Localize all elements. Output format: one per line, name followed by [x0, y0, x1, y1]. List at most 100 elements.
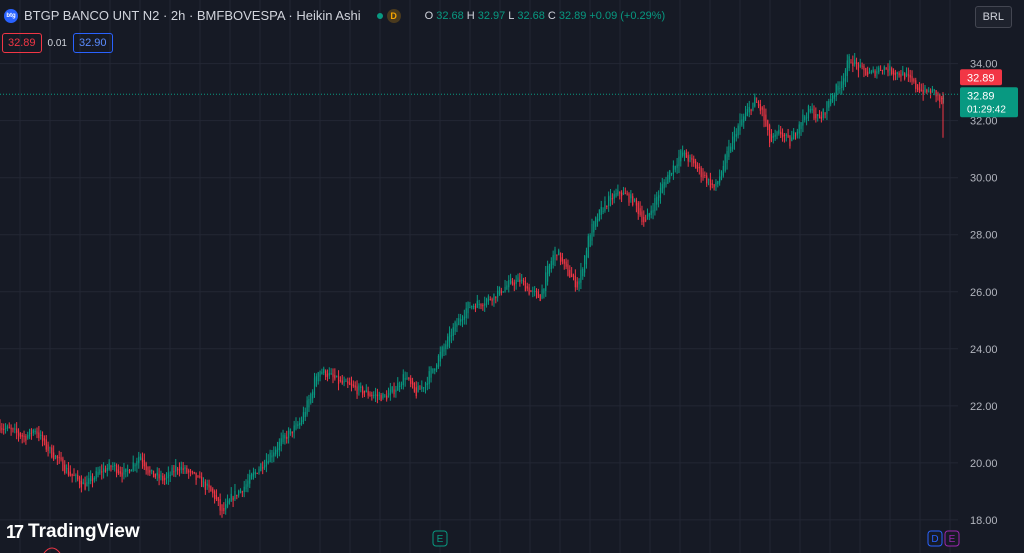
candle: [258, 466, 260, 475]
candle: [904, 72, 906, 81]
candle-body: [73, 474, 75, 476]
candle: [482, 303, 484, 311]
price-chart[interactable]: 18.00 20.00 22.00 24.00 26.00 28.00 30.00 32.00…: [0, 0, 1024, 553]
candle-body: [245, 484, 247, 490]
candle: [854, 53, 856, 67]
candle: [682, 145, 684, 158]
candle: [80, 475, 82, 493]
currency-button[interactable]: BRL: [974, 6, 1012, 28]
candle-body: [661, 184, 663, 193]
candle: [922, 83, 924, 101]
candle: [64, 460, 66, 475]
candle: [543, 288, 545, 299]
candle-body: [793, 131, 795, 140]
candle-body: [780, 131, 782, 135]
candle: [628, 192, 630, 206]
candle: [917, 84, 919, 93]
candle-body: [276, 448, 279, 453]
sell-button[interactable]: 32.89: [2, 33, 42, 53]
candle: [739, 113, 741, 135]
candle: [334, 368, 336, 381]
candle-body: [724, 155, 726, 171]
candle: [460, 313, 462, 326]
candle: [349, 377, 351, 386]
candle: [363, 390, 366, 398]
candle-body: [565, 261, 567, 267]
candle-body: [894, 72, 896, 76]
candle: [846, 54, 848, 83]
candle-body: [920, 89, 922, 91]
candle-body: [915, 80, 917, 89]
candle-body: [212, 488, 214, 494]
candle: [861, 62, 863, 70]
candle: [41, 431, 44, 447]
candle: [456, 318, 458, 333]
symbol-title[interactable]: BTGP BANCO UNT N2 · 2h · BMFBOVESPA · He…: [24, 8, 361, 23]
candle-body: [365, 390, 367, 392]
candle-body: [785, 134, 787, 136]
candle-body: [532, 290, 534, 292]
candle: [30, 428, 33, 440]
candle: [550, 257, 552, 273]
candle-body: [0, 425, 1, 431]
candle: [510, 273, 512, 285]
candle-body: [833, 94, 835, 99]
candle-body: [343, 381, 345, 383]
candle: [720, 170, 723, 181]
candle: [843, 73, 845, 91]
candle: [837, 81, 839, 95]
candle: [330, 368, 332, 376]
candle-body: [278, 441, 280, 451]
candle-body: [624, 193, 626, 195]
candle: [25, 434, 27, 445]
candle-body: [424, 382, 427, 388]
candle-body: [571, 273, 573, 278]
earnings-marker[interactable]: E: [944, 530, 960, 547]
candle: [868, 67, 871, 74]
candle-body: [522, 280, 525, 282]
candle: [918, 82, 921, 94]
candle: [874, 69, 876, 78]
candle: [195, 472, 197, 485]
candle-body: [452, 327, 454, 336]
candle-body: [831, 95, 834, 102]
candle-body: [225, 504, 227, 510]
tradingview-logo[interactable]: 17 TradingView: [6, 521, 140, 543]
candle: [119, 466, 121, 477]
candle: [471, 305, 473, 310]
candle: [60, 451, 62, 462]
candle-body: [733, 130, 736, 143]
candle: [177, 466, 179, 475]
candle-body: [88, 478, 90, 485]
candle: [450, 328, 452, 344]
dividend-marker[interactable]: D: [927, 530, 943, 547]
candle: [426, 376, 428, 391]
candle-body: [234, 490, 236, 500]
candle-body: [241, 491, 243, 493]
candle: [722, 160, 724, 178]
candle: [77, 470, 79, 482]
candle-body: [659, 187, 662, 198]
earnings-marker[interactable]: E: [432, 530, 448, 547]
candle: [278, 438, 280, 457]
candle-body: [437, 355, 440, 368]
candle-body: [830, 98, 832, 105]
candle-body: [502, 291, 504, 293]
price-axis-tick-label: 32.00: [970, 116, 998, 128]
candle: [732, 131, 734, 152]
candle: [756, 97, 758, 103]
candle-body: [926, 89, 928, 93]
candle-body: [841, 81, 843, 89]
candle-body: [935, 90, 937, 97]
candle: [715, 179, 717, 191]
candle-body: [741, 119, 743, 126]
candle-body: [933, 89, 935, 91]
candle-body: [487, 296, 489, 302]
market-status[interactable]: D: [376, 8, 401, 23]
candle-body: [193, 471, 195, 474]
candle-body: [774, 134, 776, 137]
delayed-badge[interactable]: D: [386, 8, 401, 23]
candle: [276, 441, 279, 459]
buy-button[interactable]: 32.90: [73, 33, 113, 53]
candle-body: [317, 372, 319, 382]
